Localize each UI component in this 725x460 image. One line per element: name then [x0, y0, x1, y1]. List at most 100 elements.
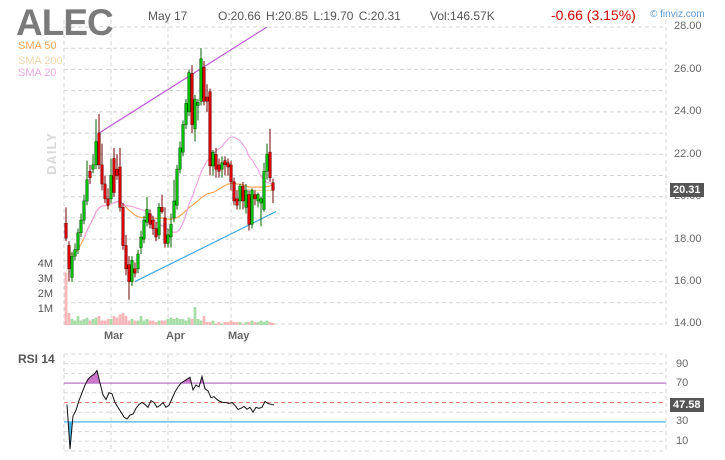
volume-bar [182, 319, 185, 325]
volume-bar [155, 322, 158, 325]
rsi-tick: 70 [676, 377, 688, 389]
volume-tick: 4M [38, 258, 53, 270]
rsi-overbought-fill [67, 370, 274, 449]
volume-bar [212, 321, 215, 326]
ohlc-values: O:20.66 H:20.85 L:19.70 C:20.31 [218, 9, 401, 23]
volume-bar [251, 321, 254, 326]
candle-body [92, 165, 95, 169]
candle-body [107, 199, 110, 205]
candle [134, 262, 137, 277]
candle-body [68, 246, 71, 269]
candle-body [161, 207, 164, 211]
quote-date: May 17 [148, 9, 187, 23]
candle [236, 190, 239, 209]
candle [188, 69, 191, 116]
candle-body [131, 260, 134, 281]
candle-body [89, 171, 92, 177]
candle-body [227, 163, 230, 167]
candle-body [119, 167, 122, 207]
volume-bar [179, 319, 182, 325]
candle-body [101, 165, 104, 184]
finviz-link[interactable]: © finviz.com [650, 9, 705, 20]
rsi-tick: 30 [676, 415, 688, 427]
candle [89, 165, 92, 184]
candle-body [152, 220, 155, 228]
price-tick: 28.00 [674, 20, 702, 32]
volume-bar [98, 316, 101, 325]
volume-bar [134, 321, 137, 326]
candle [209, 89, 212, 176]
volume-bar [77, 316, 80, 325]
candle-body [77, 233, 80, 250]
grid-lines [64, 20, 666, 452]
ticker-symbol: ALEC [16, 2, 113, 44]
volume-bar [86, 318, 89, 326]
candle-body [254, 195, 257, 199]
candle [83, 195, 86, 225]
volume-tick: 3M [38, 273, 53, 285]
candle [101, 144, 104, 191]
candle [104, 176, 107, 204]
candle [110, 159, 113, 204]
candle [203, 61, 206, 106]
candle-body [194, 99, 197, 129]
volume-bar [200, 321, 203, 326]
candle-body [104, 184, 107, 199]
candle [107, 188, 110, 209]
volume-bar [224, 322, 227, 325]
volume-bar [266, 321, 269, 326]
candle-body [149, 214, 152, 225]
candle-body [242, 186, 245, 201]
candle-body [239, 186, 242, 201]
candle [164, 207, 167, 247]
volume-bar [215, 324, 218, 326]
candle-body [113, 159, 116, 193]
candle [155, 222, 158, 241]
candle [68, 241, 71, 281]
volume-bar [113, 316, 116, 325]
volume-bar [170, 318, 173, 326]
volume-bar [269, 322, 272, 325]
legend-sma20: SMA 20 [18, 67, 57, 79]
volume-bar [185, 321, 188, 326]
candle-body [134, 269, 137, 273]
candle [65, 207, 68, 241]
candle-body [71, 256, 74, 277]
candle-body [80, 220, 83, 233]
candle [71, 252, 74, 282]
candle [200, 48, 203, 105]
rsi-panel [64, 370, 666, 449]
volume-tick: 2M [38, 288, 53, 300]
brand-label: finviz.com [660, 9, 704, 20]
candle [176, 165, 179, 210]
candle [80, 214, 83, 237]
candle-body [167, 235, 170, 243]
candle [242, 182, 245, 210]
candle-body [110, 176, 113, 199]
volume-bar [80, 321, 83, 326]
rsi-last-value: 47.58 [670, 398, 704, 412]
candle [263, 163, 266, 212]
candle [182, 120, 185, 156]
volume-bar [167, 319, 170, 325]
candle [74, 243, 77, 260]
rsi-title: RSI 14 [18, 352, 55, 366]
last-price-label: 20.31 [670, 183, 704, 197]
candle [206, 84, 209, 112]
x-tick-may: May [228, 330, 249, 342]
candle-body [257, 195, 260, 201]
candle-body [266, 154, 269, 171]
volume-bar [68, 313, 71, 325]
candle [146, 197, 149, 227]
volume-bar [263, 322, 266, 325]
candle [140, 231, 143, 254]
candle-body [173, 201, 176, 218]
candle [251, 188, 254, 228]
volume-bar [230, 321, 233, 326]
volume-bar [128, 321, 131, 326]
candle [179, 142, 182, 174]
candle-body [260, 199, 263, 203]
candle [95, 119, 98, 169]
volume-bar [158, 321, 161, 326]
volume-bar [173, 319, 176, 325]
